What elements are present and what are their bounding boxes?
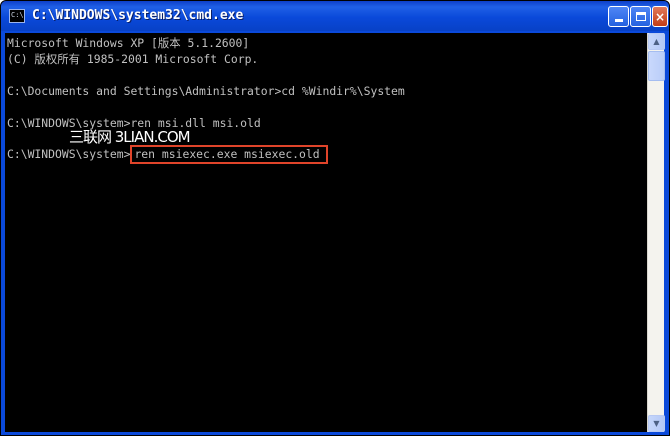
console-line: (C) 版权所有 1985-2001 Microsoft Corp. <box>7 52 259 66</box>
cmd-app-icon[interactable] <box>9 9 25 23</box>
maximize-icon <box>635 12 646 21</box>
vertical-scrollbar[interactable]: ▲ ▼ <box>647 33 665 432</box>
prompt-path: C:\WINDOWS\system> <box>7 147 131 161</box>
arrow-up-icon: ▲ <box>653 37 660 46</box>
scroll-down-button[interactable]: ▼ <box>648 415 665 432</box>
cmd-window: C:\WINDOWS\system32\cmd.exe × Microsoft … <box>0 0 670 436</box>
console-line-current: C:\WINDOWS\system> ren msiexec.exe msiexe… <box>7 145 328 164</box>
console-output[interactable]: Microsoft Windows XP [版本 5.1.2600] (C) 版… <box>5 33 647 432</box>
arrow-down-icon: ▼ <box>653 419 660 428</box>
maximize-button[interactable] <box>630 6 651 27</box>
window-frame: Microsoft Windows XP [版本 5.1.2600] (C) 版… <box>1 31 669 435</box>
close-icon: × <box>654 9 666 24</box>
title-bar[interactable]: C:\WINDOWS\system32\cmd.exe × <box>1 1 669 31</box>
minimize-button[interactable] <box>608 6 629 27</box>
scroll-thumb[interactable] <box>648 51 665 81</box>
console-line: C:\Documents and Settings\Administrator>… <box>7 84 405 98</box>
close-button[interactable]: × <box>652 6 668 27</box>
scroll-up-button[interactable]: ▲ <box>648 33 665 50</box>
window-title: C:\WINDOWS\system32\cmd.exe <box>32 8 244 23</box>
console-line: Microsoft Windows XP [版本 5.1.2600] <box>7 36 250 50</box>
minimize-icon <box>614 19 623 22</box>
watermark-text: 三联网 3LIAN.COM <box>69 128 191 146</box>
highlighted-command: ren msiexec.exe msiexec.old <box>130 145 328 164</box>
